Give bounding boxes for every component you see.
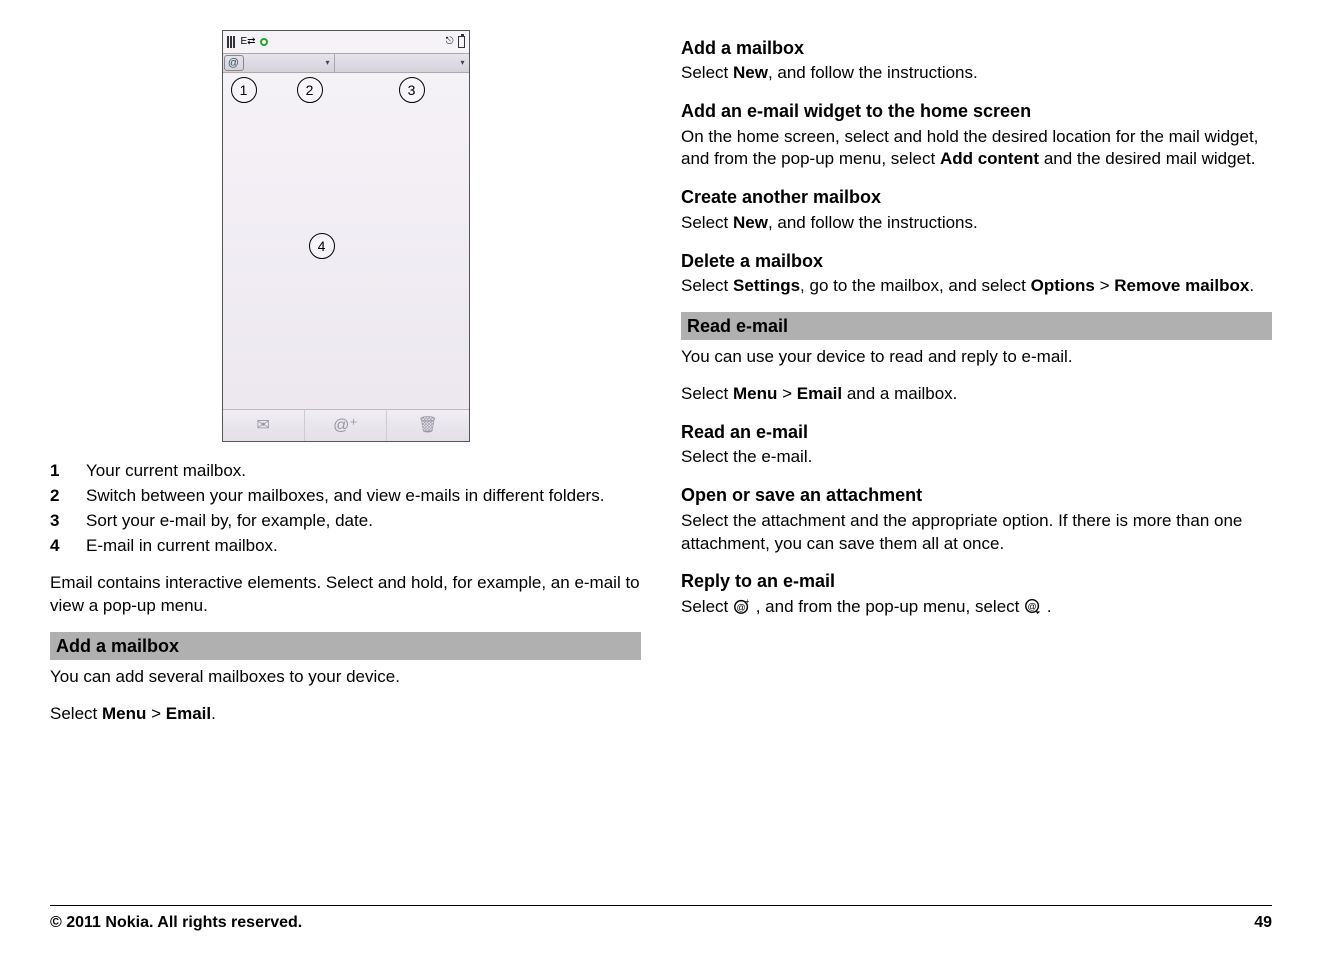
body-text: Select New, and follow the instructions.: [681, 62, 1272, 85]
body-text: Select @+ , and from the pop-up menu, se…: [681, 596, 1272, 619]
callout-2: 2: [297, 77, 323, 103]
bottom-toolbar: ✉ @⁺ 🗑: [223, 409, 469, 441]
status-bar: E⇄ ⎋: [223, 31, 469, 53]
section-heading: Add a mailbox: [50, 632, 641, 660]
body-text: Select the e-mail.: [681, 446, 1272, 469]
body-text: Select the attachment and the appropriat…: [681, 510, 1272, 556]
folder-dropdown: ▾: [245, 54, 335, 72]
body-text: Select Menu > Email.: [50, 703, 641, 726]
body-text: Select New, and follow the instructions.: [681, 212, 1272, 235]
at-plus-icon: @+: [733, 597, 751, 615]
callout-4: 4: [309, 233, 335, 259]
list-item: 1Your current mailbox.: [50, 460, 641, 483]
section-heading: Read e-mail: [681, 312, 1272, 340]
body-text: You can use your device to read and repl…: [681, 346, 1272, 369]
at-sync-icon: @⁺: [305, 410, 387, 441]
chevron-down-icon: ▾: [460, 58, 464, 69]
legend-list: 1Your current mailbox. 2Switch between y…: [50, 460, 641, 558]
signal-icon: [227, 36, 237, 48]
body-text: On the home screen, select and hold the …: [681, 126, 1272, 172]
body-text: Select Settings, go to the mailbox, and …: [681, 275, 1272, 298]
trash-icon: 🗑: [387, 410, 468, 441]
mailbox-icon: @: [224, 55, 244, 71]
network-icon: E⇄: [241, 35, 256, 49]
battery-icon: [458, 36, 465, 48]
body-text: Email contains interactive elements. Sel…: [50, 572, 641, 618]
phone-mockup: E⇄ ⎋ @ ▾ ▾ 1 2 3 4 ✉ @⁺: [222, 30, 470, 442]
subheading: Add a mailbox: [681, 36, 1272, 60]
mail-toolbar: @ ▾ ▾: [223, 53, 469, 73]
body-text: You can add several mailboxes to your de…: [50, 666, 641, 689]
callout-1: 1: [231, 77, 257, 103]
list-item: 2Switch between your mailboxes, and view…: [50, 485, 641, 508]
sort-dropdown: ▾: [335, 54, 469, 72]
subheading: Create another mailbox: [681, 185, 1272, 209]
body-text: Select Menu > Email and a mailbox.: [681, 383, 1272, 406]
copyright-text: © 2011 Nokia. All rights reserved.: [50, 912, 302, 934]
page-footer: © 2011 Nokia. All rights reserved. 49: [50, 905, 1272, 934]
subheading: Add an e-mail widget to the home screen: [681, 99, 1272, 123]
svg-text:@: @: [737, 602, 746, 612]
svg-text:@: @: [1028, 601, 1037, 611]
svg-text:+: +: [745, 597, 749, 605]
subheading: Open or save an attachment: [681, 483, 1272, 507]
compose-icon: ✉: [223, 410, 305, 441]
page-number: 49: [1254, 912, 1272, 934]
usb-icon: ⎋: [446, 35, 454, 49]
list-item: 3Sort your e-mail by, for example, date.: [50, 510, 641, 533]
subheading: Read an e-mail: [681, 420, 1272, 444]
chevron-down-icon: ▾: [325, 58, 329, 69]
subheading: Delete a mailbox: [681, 249, 1272, 273]
at-reply-icon: @: [1024, 597, 1042, 615]
status-dot-icon: [260, 38, 268, 46]
callout-3: 3: [399, 77, 425, 103]
subheading: Reply to an e-mail: [681, 569, 1272, 593]
list-item: 4E-mail in current mailbox.: [50, 535, 641, 558]
